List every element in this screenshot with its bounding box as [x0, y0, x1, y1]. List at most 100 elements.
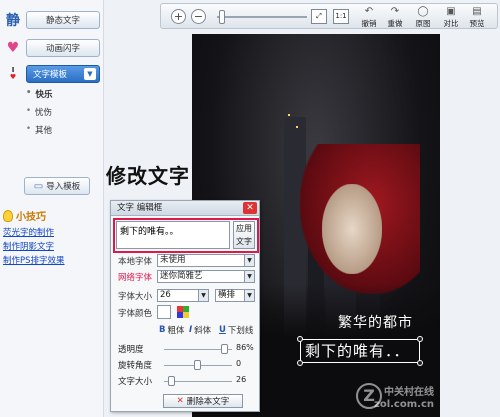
watermark: Z 中关村在线 zol.com.cn — [356, 383, 434, 411]
delete-icon: ✕ — [176, 396, 184, 406]
delete-text-button[interactable]: ✕ 删除本文字 — [163, 394, 243, 408]
heart-icon: ♥ — [6, 40, 20, 56]
zoom-in-button[interactable]: + — [171, 9, 186, 24]
toolbar: + − ⤢ 1:1 ↶ 撤销 ↷ 重做 ◯ 原图 ▣ 对比 ▤ 预览 — [160, 3, 498, 29]
bold-button[interactable]: B 粗体 — [159, 324, 185, 336]
lightbulb-icon — [3, 209, 13, 222]
underline-label: 下划线 — [227, 326, 254, 336]
template-item-other[interactable]: • 其他 — [26, 124, 52, 136]
annotation-label: 修改文字 — [106, 164, 190, 188]
font-size-select[interactable]: 26 ▼ — [157, 289, 209, 302]
opacity-slider-row: 透明度 86% — [118, 343, 258, 355]
original-icon: ◯ — [417, 6, 429, 17]
opacity-value: 86% — [236, 343, 254, 352]
actual-size-icon[interactable]: 1:1 — [333, 9, 349, 24]
resize-handle[interactable] — [417, 336, 423, 342]
sidebar: 静 静态文字 ♥ 动画闪字 I ♥ 文字模板 ▼ • 快乐 • 忧伤 • 其他 ▭ 导入… — [0, 0, 104, 417]
original-button[interactable]: ◯ 原图 — [411, 6, 435, 29]
undo-label: 撤销 — [361, 19, 377, 28]
preview-icon: ▤ — [472, 6, 482, 17]
italic-label: 斜体 — [194, 326, 212, 336]
text-input[interactable] — [116, 221, 230, 249]
import-template-button[interactable]: ▭ 导入模板 — [24, 176, 90, 196]
canvas-text-line1[interactable]: 繁华的都市 — [338, 312, 413, 332]
text-template-label: 文字模板 — [33, 70, 68, 80]
zoom-slider-track[interactable] — [217, 16, 307, 18]
template-item-label: 忧伤 — [35, 108, 53, 118]
original-label: 原图 — [415, 19, 431, 28]
text-size-slider-thumb[interactable] — [168, 376, 175, 386]
underline-button[interactable]: U 下划线 — [219, 324, 253, 336]
watermark-en: zol.com.cn — [374, 399, 434, 410]
import-template-pill: ▭ 导入模板 — [24, 177, 90, 195]
editor-title-bar[interactable]: 文字 编辑框 ✕ — [111, 201, 259, 216]
apply-text-button[interactable]: 应用文字 — [233, 221, 255, 249]
local-font-select[interactable]: 未使用 ▼ — [157, 254, 255, 267]
web-font-value: 迷你简雅艺 — [160, 271, 203, 281]
undo-icon: ↶ — [364, 6, 374, 17]
chevron-down-icon: ▼ — [244, 255, 254, 266]
watermark-cn: 中关村在线 — [384, 387, 434, 398]
chevron-down-icon: ▼ — [84, 68, 96, 80]
italic-icon: I — [189, 325, 193, 335]
compare-icon: ▣ — [446, 6, 456, 17]
preview-label: 预览 — [469, 19, 485, 28]
resize-handle[interactable] — [297, 360, 303, 366]
folder-icon: ▭ — [33, 180, 44, 192]
fit-window-icon[interactable]: ⤢ — [311, 9, 327, 24]
zol-logo-icon: Z — [356, 383, 382, 409]
local-font-value: 未使用 — [160, 255, 186, 265]
underline-icon: U — [219, 325, 226, 335]
redo-label: 重做 — [387, 19, 403, 28]
woman-figure-shape — [322, 184, 382, 274]
tip-link-glow[interactable]: 荧光字的制作 — [3, 226, 54, 238]
orientation-value: 横排 — [218, 290, 236, 300]
i-love-you-icon: I ♥ — [9, 66, 17, 81]
city-light — [296, 126, 298, 128]
web-font-select[interactable]: 迷你简雅艺 ▼ — [157, 270, 255, 283]
tip-link-ps[interactable]: 制作PS排字效果 — [3, 254, 65, 266]
animated-text-button[interactable]: ♥ 动画闪字 — [4, 38, 100, 58]
opacity-slider-thumb[interactable] — [221, 344, 228, 354]
tip-link-shadow[interactable]: 制作阴影文字 — [3, 240, 54, 252]
static-text-button[interactable]: 静 静态文字 — [4, 10, 100, 30]
text-size-slider-row: 文字大小 26 — [118, 375, 258, 387]
undo-button[interactable]: ↶ 撤销 — [357, 6, 381, 29]
editor-title: 文字 编辑框 — [117, 203, 163, 213]
text-editor-panel: 文字 编辑框 ✕ 应用文字 本地字体 未使用 ▼ 网络字体 迷你简雅艺 ▼ 字体… — [110, 200, 260, 412]
text-template-dropdown[interactable]: 文字模板 ▼ — [26, 65, 100, 83]
font-size-label: 字体大小 — [118, 292, 153, 302]
rotation-slider-row: 旋转角度 0 — [118, 359, 258, 371]
resize-handle[interactable] — [297, 336, 303, 342]
opacity-label: 透明度 — [118, 345, 144, 355]
compare-label: 对比 — [443, 19, 459, 28]
tips-title-text: 小技巧 — [16, 212, 46, 223]
delete-text-label: 删除本文字 — [186, 397, 230, 407]
compare-button[interactable]: ▣ 对比 — [439, 6, 463, 29]
import-template-label: 导入模板 — [46, 182, 81, 192]
text-template-button[interactable]: I ♥ 文字模板 ▼ — [4, 64, 100, 84]
redo-button[interactable]: ↷ 重做 — [383, 6, 407, 29]
canvas-text-line2-selected[interactable]: 剩下的唯有．． — [300, 339, 420, 363]
rotation-label: 旋转角度 — [118, 361, 153, 371]
chevron-down-icon: ▼ — [244, 271, 254, 282]
zoom-slider-thumb[interactable] — [219, 10, 225, 24]
bold-label: 粗体 — [167, 326, 185, 336]
close-icon[interactable]: ✕ — [243, 202, 257, 214]
rotation-slider-thumb[interactable] — [194, 360, 201, 370]
text-size-value: 26 — [236, 375, 247, 384]
template-item-sad[interactable]: • 忧伤 — [26, 106, 52, 118]
palette-icon[interactable] — [177, 306, 189, 318]
font-color-swatch[interactable] — [157, 305, 171, 319]
web-font-label: 网络字体 — [118, 273, 153, 283]
redo-icon: ↷ — [390, 6, 400, 17]
template-item-happy[interactable]: • 快乐 — [26, 88, 52, 100]
resize-handle[interactable] — [417, 360, 423, 366]
italic-button[interactable]: I 斜体 — [189, 324, 211, 336]
local-font-label: 本地字体 — [118, 257, 153, 267]
orientation-select[interactable]: 横排 ▼ — [215, 289, 255, 302]
zoom-out-button[interactable]: − — [191, 9, 206, 24]
static-text-icon: 静 — [6, 13, 20, 29]
chevron-down-icon: ▼ — [198, 290, 208, 301]
preview-button[interactable]: ▤ 预览 — [465, 6, 489, 29]
